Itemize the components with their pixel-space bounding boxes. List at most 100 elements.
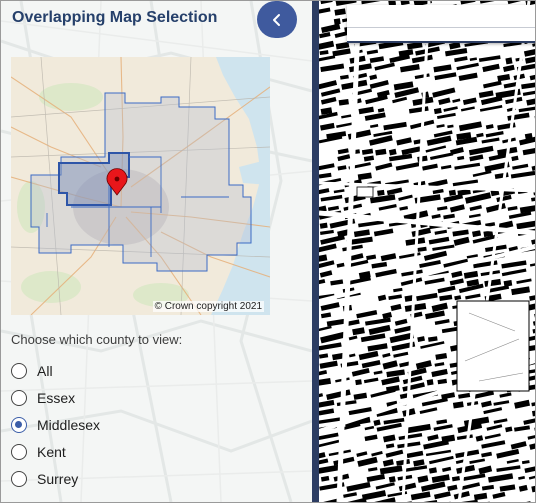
radio-option-kent[interactable]: Kent [11,442,66,462]
map-building-block [411,227,432,237]
map-building-block [508,211,532,220]
map-building-block [488,473,514,483]
map-building-block [463,270,479,279]
map-building-block [507,206,518,211]
map-search-bar[interactable] [347,5,535,43]
map-building-block [514,399,531,409]
map-building-block [478,465,493,475]
map-building-block [382,458,394,467]
map-building-block [469,154,484,162]
map-building-block [349,63,372,73]
radio-option-all[interactable]: All [11,361,53,381]
map-building-block [518,106,535,113]
map-building-block [427,434,439,441]
map-building-block [532,326,535,334]
map-building-block [417,475,429,483]
map-building-block [428,336,438,342]
map-building-block [394,318,408,326]
map-building-block [320,23,341,34]
map-building-block [363,155,375,162]
map-building-block [436,419,448,425]
map-building-block [353,392,368,400]
map-building-block [444,48,468,57]
map-building-block [531,483,535,493]
map-building-block [320,63,345,72]
map-building-block [336,400,357,407]
map-building-block [505,57,513,65]
radio-button[interactable] [11,363,27,379]
map-building-block [386,369,405,378]
side-panel: Overlapping Map Selection © Crown copyri… [1,1,312,502]
radio-button[interactable] [11,444,27,460]
radio-button[interactable] [11,390,27,406]
map-building-block [485,124,494,130]
map-building-block [319,360,338,369]
map-building-block [516,278,532,284]
map-building-block [466,254,478,259]
map-building-block [319,254,328,262]
map-building-block [358,350,379,361]
radio-option-surrey[interactable]: Surrey [11,469,78,489]
map-building-block [468,145,494,156]
map-building-block [434,491,451,500]
map-building-block [481,451,493,458]
map-building-block [505,426,513,433]
map-building-block [364,434,378,442]
map-building-block [319,393,324,398]
map-building-block [532,407,535,417]
map-building-block [320,302,340,311]
map-building-block [496,465,521,472]
map-building-block [373,228,394,237]
map-building-block [437,112,456,119]
map-building-block [449,204,465,213]
map-building-block [531,194,535,202]
collapse-panel-button[interactable] [257,1,297,38]
map-building-block [443,106,458,112]
map-building-block [319,399,335,408]
map-building-block [379,465,403,475]
radio-option-essex[interactable]: Essex [11,388,75,408]
map-building-block [364,425,375,431]
map-building-block [319,40,335,50]
map-building-block [523,418,535,425]
panel-title: Overlapping Map Selection [12,9,218,26]
map-building-block [506,458,519,464]
map-building-block [319,353,329,359]
map-building-block [326,389,351,400]
map-building-block [433,64,452,73]
radio-button[interactable] [11,471,27,487]
radio-option-middlesex[interactable]: Middlesex [11,415,100,435]
map-building-block [368,135,393,146]
map-building-block [460,106,475,112]
historic-map-view[interactable] [319,1,535,502]
map-building-block [375,148,387,156]
map-building-block [377,107,385,113]
panel-divider[interactable] [312,1,319,502]
map-building-block [423,439,449,450]
map-building-block [469,57,478,61]
map-building-block [483,80,502,89]
map-building-block [319,188,330,195]
map-building-block [393,351,409,358]
map-building-block [388,294,402,300]
map-building-block [397,441,421,449]
map-building-block [435,352,448,360]
map-building-block [382,352,391,358]
map-building-block [480,1,504,4]
map-building-block [425,145,447,153]
map-building-block [534,310,535,319]
map-building-block [484,278,502,287]
overview-map-thumbnail[interactable]: © Crown copyright 2021 [11,57,270,315]
map-building-block [478,90,494,99]
map-building-block [468,213,481,219]
map-building-block [456,464,476,474]
historic-map-canvas [319,1,535,502]
map-building-block [486,424,503,431]
map-building-block [333,18,341,25]
radio-button[interactable] [11,417,27,433]
map-building-block [416,292,438,302]
map-building-block [473,390,495,399]
map-building-block [531,161,535,171]
map-building-block [366,473,386,483]
map-building-block [493,400,510,406]
